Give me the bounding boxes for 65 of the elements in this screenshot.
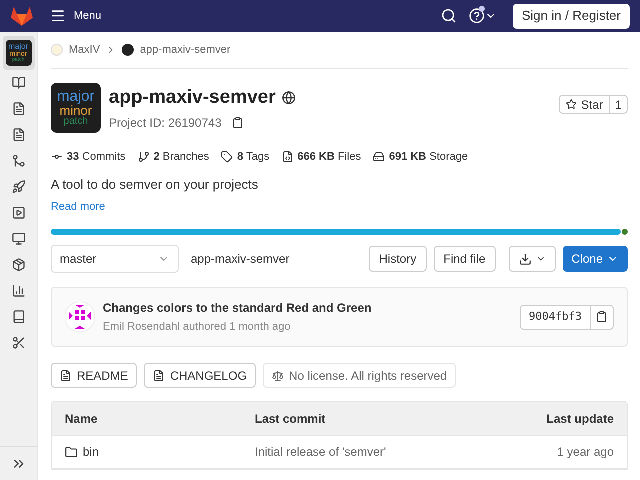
download-icon	[518, 252, 532, 266]
monitor-icon	[12, 232, 26, 246]
scale-icon	[272, 370, 284, 382]
stat-link[interactable]: 8 Tags	[221, 148, 270, 166]
branch-icon	[138, 151, 150, 163]
project-description: A tool to do semver on your projects	[51, 176, 260, 194]
update-time: 1 year ago	[557, 444, 614, 461]
stat-link[interactable]: 33 Commits	[51, 148, 126, 166]
project-avatar	[122, 44, 134, 56]
document-button[interactable]: CHANGELOG	[144, 363, 256, 388]
license-button[interactable]: No license. All rights reserved	[263, 363, 456, 388]
stat-link[interactable]: 691 KB Storage	[373, 148, 468, 166]
identicon-avatar	[65, 302, 95, 332]
star-button[interactable]: Star	[560, 96, 610, 113]
folder-icon	[65, 446, 78, 458]
copy-icon	[596, 311, 608, 323]
document-icon	[12, 128, 26, 142]
menu-icon	[50, 8, 66, 24]
file-icon	[282, 151, 294, 163]
commit-meta: Emil Rosendahl authored 1 month ago	[103, 320, 292, 335]
group-avatar	[51, 44, 63, 56]
project-id: Project ID: 26190743	[109, 115, 222, 132]
menu-button[interactable]: Menu	[50, 8, 102, 24]
sign-in-button[interactable]: Sign in / Register	[513, 4, 630, 28]
book-icon	[12, 310, 26, 324]
scissors-icon	[12, 336, 26, 350]
copy-icon[interactable]	[232, 117, 244, 130]
project-title: app-maxiv-semver	[109, 86, 276, 110]
find-file-button[interactable]: Find file	[434, 246, 496, 272]
help-icon	[469, 8, 485, 24]
search-icon[interactable]	[441, 8, 457, 24]
rocket-icon	[12, 180, 26, 194]
breadcrumb-link[interactable]: MaxIV	[69, 42, 100, 58]
stat-link[interactable]: 2 Branches	[138, 148, 210, 166]
file-name-link[interactable]: bin	[65, 443, 255, 461]
package-icon	[12, 258, 26, 272]
branch-dropdown[interactable]: master	[51, 245, 179, 273]
document-icon	[60, 370, 72, 382]
column-header: Last commit	[255, 410, 327, 428]
download-button[interactable]	[508, 246, 556, 272]
book-icon	[12, 76, 26, 90]
play-icon	[12, 206, 26, 220]
star-count[interactable]: 1	[609, 96, 627, 113]
breadcrumb-link[interactable]: app-maxiv-semver	[140, 42, 231, 58]
clone-button[interactable]: Clone	[562, 246, 628, 272]
tag-icon	[221, 151, 234, 163]
merge-icon	[12, 154, 26, 168]
globe-icon	[282, 91, 296, 105]
storage-icon	[373, 151, 386, 163]
document-icon	[153, 370, 166, 382]
read-more-link[interactable]: Read more	[51, 198, 628, 215]
fox-logo-icon[interactable]	[10, 5, 34, 27]
project-logo: major minor patch	[51, 83, 101, 133]
star-icon	[566, 99, 578, 110]
stat-link[interactable]: 666 KB Files	[282, 148, 362, 166]
commit-title[interactable]: Changes colors to the standard Red and Green	[103, 298, 372, 317]
document-icon	[12, 102, 26, 116]
document-button[interactable]: README	[51, 363, 138, 388]
commit-link[interactable]: Initial release of 'semver'	[255, 443, 558, 461]
path-text: app-maxiv-semver	[191, 251, 290, 268]
column-header: Last update	[546, 410, 614, 428]
help-button[interactable]	[469, 8, 497, 24]
column-header: Name	[65, 410, 99, 428]
bar-chart-icon	[12, 284, 26, 298]
history-button[interactable]: History	[369, 246, 427, 272]
